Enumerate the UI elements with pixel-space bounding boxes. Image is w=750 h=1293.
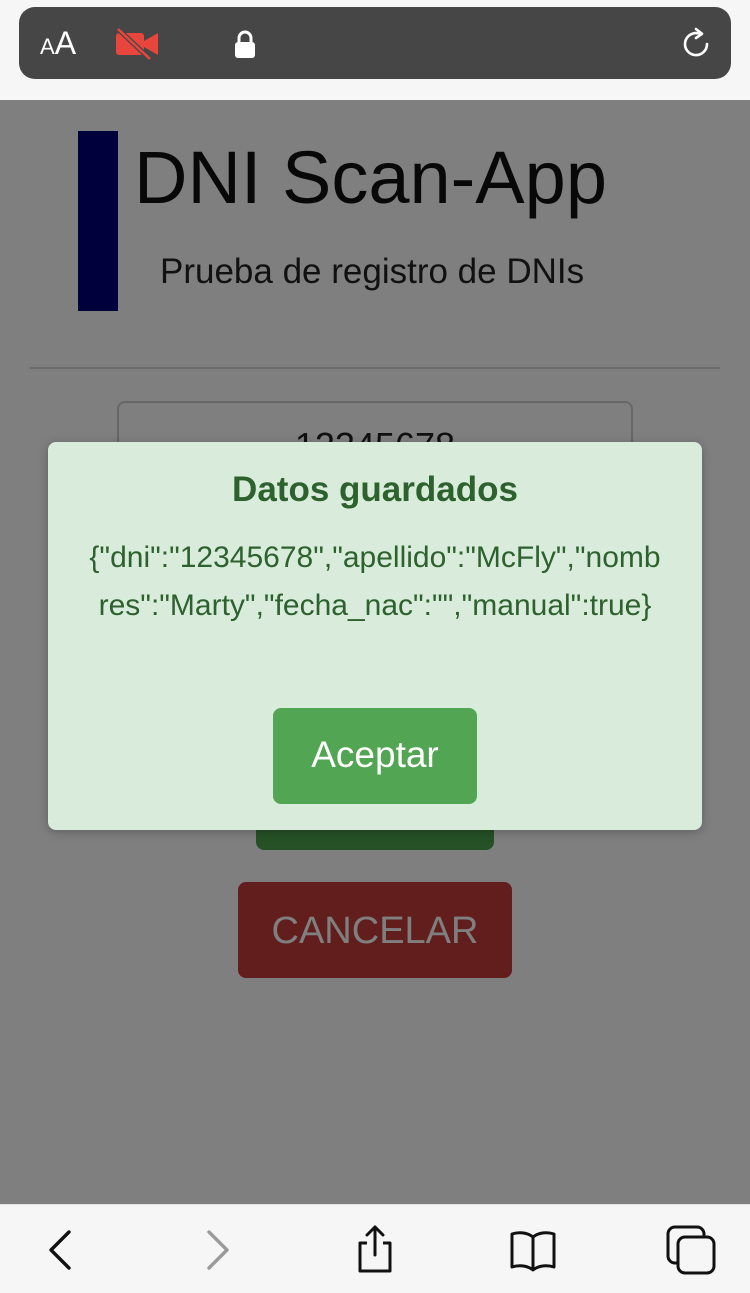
back-icon[interactable] bbox=[36, 1225, 86, 1275]
dialog-message: {"dni":"12345678","apellido":"McFly","no… bbox=[89, 541, 661, 622]
address-bar[interactable]: AA bbox=[19, 7, 731, 79]
browser-top-bar: AA bbox=[0, 0, 750, 100]
share-icon[interactable] bbox=[350, 1225, 400, 1275]
accept-button[interactable]: Aceptar bbox=[273, 708, 477, 804]
text-size-big-glyph: A bbox=[54, 25, 77, 61]
camera-off-icon[interactable] bbox=[114, 27, 160, 61]
page-content: DNI Scan-App Prueba de registro de DNIs … bbox=[0, 100, 750, 1204]
forward-icon[interactable] bbox=[192, 1225, 242, 1275]
lock-icon bbox=[235, 30, 255, 58]
browser-bottom-toolbar bbox=[0, 1204, 750, 1293]
text-size-small-glyph: A bbox=[40, 34, 55, 59]
bookmarks-icon[interactable] bbox=[508, 1225, 558, 1275]
tabs-icon[interactable] bbox=[666, 1225, 716, 1275]
text-size-icon[interactable]: AA bbox=[40, 25, 76, 62]
reload-icon[interactable] bbox=[679, 27, 713, 61]
dialog-title: Datos guardados bbox=[232, 470, 518, 509]
saved-data-dialog: Datos guardados {"dni":"12345678","apell… bbox=[48, 442, 702, 830]
